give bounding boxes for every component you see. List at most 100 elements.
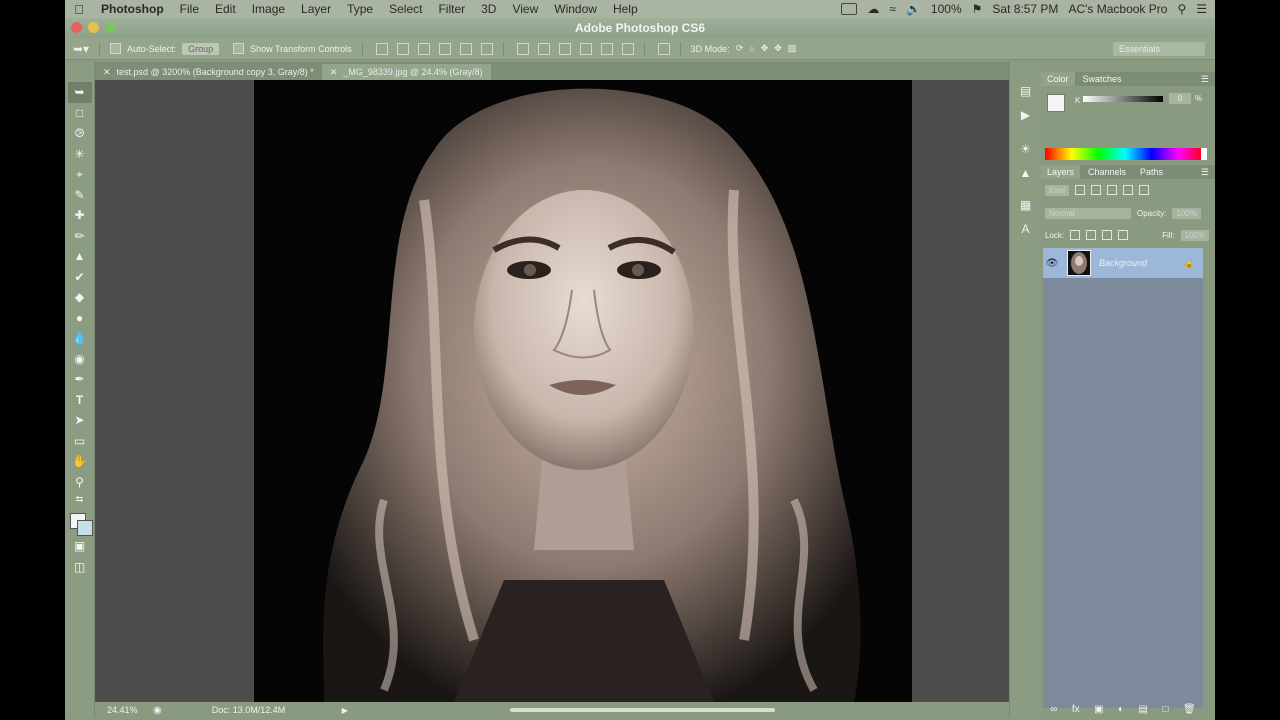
properties-panel-icon[interactable]: ▦ xyxy=(1015,196,1037,214)
filter-adjustment-icon[interactable] xyxy=(1091,185,1102,195)
search-icon[interactable]: ⚲ xyxy=(1177,2,1186,16)
menu-select[interactable]: Select xyxy=(381,2,430,16)
layer-row-background[interactable]: 👁 Background 🔒 xyxy=(1043,248,1203,278)
document-size[interactable]: Doc: 13.0M/12.4M xyxy=(181,705,342,715)
history-panel-icon[interactable]: ▤ xyxy=(1015,82,1037,100)
apple-icon[interactable]:  xyxy=(65,2,93,17)
3d-scale-icon[interactable]: ▨ xyxy=(788,43,797,54)
filter-shape-icon[interactable] xyxy=(1123,185,1134,195)
cloud-icon[interactable]: ☁ xyxy=(867,2,879,16)
color-swatches[interactable] xyxy=(67,510,93,536)
hand-tool-icon[interactable]: ✋ xyxy=(68,451,92,472)
path-select-tool-icon[interactable]: ➤ xyxy=(68,410,92,431)
eye-icon[interactable]: 👁 xyxy=(1043,258,1061,269)
new-adjustment-icon[interactable]: ◐ xyxy=(1118,704,1124,715)
menu-app-name[interactable]: Photoshop xyxy=(93,2,172,16)
new-layer-icon[interactable]: □ xyxy=(1162,704,1168,715)
marquee-tool-icon[interactable]: □ xyxy=(68,103,92,124)
filter-kind-dropdown[interactable]: Kind xyxy=(1045,184,1070,196)
pen-tool-icon[interactable]: ✒ xyxy=(68,369,92,390)
adjustments-panel-icon[interactable]: ☀ xyxy=(1015,140,1037,158)
menu-edit[interactable]: Edit xyxy=(207,2,244,16)
menu-window[interactable]: Window xyxy=(546,2,605,16)
history-brush-tool-icon[interactable]: ✔ xyxy=(68,267,92,288)
3d-drag-icon[interactable]: ✥ xyxy=(761,43,769,54)
character-panel-icon[interactable]: A xyxy=(1015,220,1037,238)
add-mask-icon[interactable]: ▣ xyxy=(1094,704,1103,715)
opacity-field[interactable]: 100% xyxy=(1172,207,1201,219)
filter-smart-object-icon[interactable] xyxy=(1139,185,1150,195)
distribute-top-icon[interactable] xyxy=(516,42,529,55)
link-layers-icon[interactable]: ∞ xyxy=(1050,704,1057,715)
auto-select-dropdown[interactable]: Group xyxy=(182,42,220,55)
3d-roll-icon[interactable]: ○ xyxy=(749,44,754,54)
close-window-button[interactable] xyxy=(71,22,82,33)
layer-style-icon[interactable]: fx xyxy=(1072,704,1080,715)
3d-slide-icon[interactable]: ✥ xyxy=(774,43,782,54)
type-tool-icon[interactable]: T xyxy=(68,390,92,411)
lock-all-icon[interactable] xyxy=(1118,230,1129,240)
align-vcenter-icon[interactable] xyxy=(396,42,409,55)
clock[interactable]: Sat 8:57 PM xyxy=(992,2,1058,16)
status-menu-arrow-icon[interactable]: ▶ xyxy=(342,706,348,715)
tab-channels[interactable]: Channels xyxy=(1082,165,1132,179)
paint-bucket-tool-icon[interactable]: ● xyxy=(68,308,92,329)
lock-position-icon[interactable] xyxy=(1102,230,1113,240)
3d-rotate-icon[interactable]: ⟳ xyxy=(736,43,744,54)
distribute-hcenter-icon[interactable] xyxy=(600,42,613,55)
zoom-window-button[interactable] xyxy=(105,22,116,33)
background-color-swatch[interactable] xyxy=(76,520,93,536)
k-slider[interactable] xyxy=(1083,96,1163,102)
battery-status[interactable]: 100% xyxy=(931,2,962,16)
zoom-level[interactable]: 24.41% xyxy=(95,705,153,715)
menu-file[interactable]: File xyxy=(172,2,207,16)
swap-colors-icon[interactable]: ⇆ xyxy=(68,492,92,506)
screen-mode-icon[interactable]: ◫ xyxy=(68,557,92,578)
auto-align-icon[interactable] xyxy=(657,42,670,55)
volume-icon[interactable]: 🔊 xyxy=(906,2,921,16)
quick-select-tool-icon[interactable]: ✳ xyxy=(68,144,92,165)
move-tool-icon[interactable]: ➥ xyxy=(67,82,92,103)
canvas-horizontal-scrollbar[interactable] xyxy=(510,708,775,712)
actions-panel-icon[interactable]: ▶ xyxy=(1015,106,1037,124)
dodge-tool-icon[interactable]: ◉ xyxy=(68,349,92,370)
distribute-bottom-icon[interactable] xyxy=(558,42,571,55)
wifi-icon[interactable]: ≈ xyxy=(889,2,896,16)
delete-layer-icon[interactable]: 🗑 xyxy=(1183,704,1196,715)
minimize-window-button[interactable] xyxy=(88,22,99,33)
menu-3d[interactable]: 3D xyxy=(473,2,504,16)
align-right-icon[interactable] xyxy=(480,42,493,55)
fill-field[interactable]: 100% xyxy=(1180,229,1209,241)
clone-stamp-tool-icon[interactable]: ▲ xyxy=(68,246,92,267)
filter-type-icon[interactable] xyxy=(1107,185,1118,195)
tab-test-psd[interactable]: ✕ test.psd @ 3200% (Background copy 3, G… xyxy=(95,64,322,80)
distribute-vcenter-icon[interactable] xyxy=(537,42,550,55)
share-icon[interactable]: ◉ xyxy=(153,705,162,716)
blend-mode-dropdown[interactable]: Normal xyxy=(1045,207,1131,219)
menu-view[interactable]: View xyxy=(504,2,546,16)
brush-tool-icon[interactable]: ✏ xyxy=(68,226,92,247)
menu-filter[interactable]: Filter xyxy=(430,2,473,16)
layer-name[interactable]: Background xyxy=(1099,258,1147,268)
styles-panel-icon[interactable]: ▲ xyxy=(1015,164,1037,182)
tab-layers[interactable]: Layers xyxy=(1041,165,1081,179)
auto-select-checkbox[interactable] xyxy=(110,43,122,54)
filter-pixel-icon[interactable] xyxy=(1075,185,1086,195)
user-name[interactable]: AC's Macbook Pro xyxy=(1068,2,1167,16)
tab-paths[interactable]: Paths xyxy=(1134,165,1169,179)
menu-help[interactable]: Help xyxy=(605,2,646,16)
panel-menu-icon[interactable]: ☰ xyxy=(1201,74,1209,85)
lock-transparent-icon[interactable] xyxy=(1070,230,1081,240)
distribute-right-icon[interactable] xyxy=(621,42,634,55)
align-top-icon[interactable] xyxy=(375,42,388,55)
menu-layer[interactable]: Layer xyxy=(293,2,339,16)
tab-swatches[interactable]: Swatches xyxy=(1077,72,1128,86)
new-group-icon[interactable]: ▤ xyxy=(1139,704,1148,715)
tab-mg-98339[interactable]: ✕ _MG_98339.jpg @ 24.4% (Gray/8) xyxy=(321,64,491,80)
move-tool-preset-icon[interactable]: ➥▾ xyxy=(73,42,89,56)
lasso-tool-icon[interactable]: ⧁ xyxy=(68,123,92,144)
quick-mask-icon[interactable]: ▣ xyxy=(68,536,92,557)
distribute-left-icon[interactable] xyxy=(579,42,592,55)
healing-brush-tool-icon[interactable]: ✚ xyxy=(68,205,92,226)
workspace-switcher[interactable]: Essentials xyxy=(1113,42,1205,56)
